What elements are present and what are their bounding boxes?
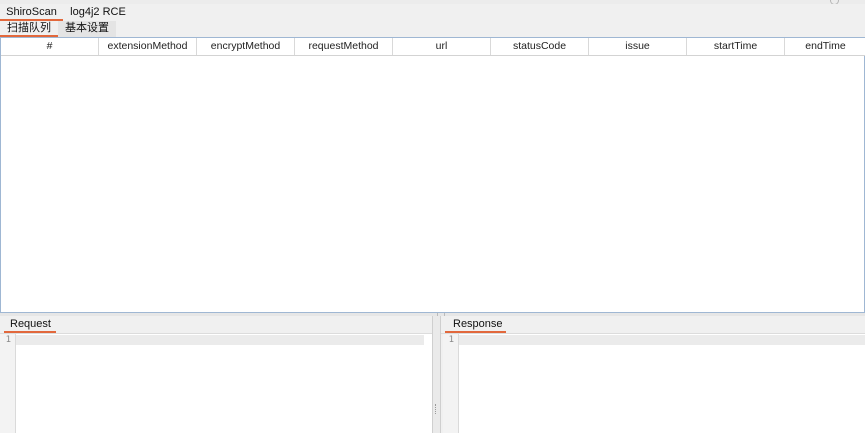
tab-response[interactable]: Response xyxy=(445,317,506,333)
request-line-gutter: 1 xyxy=(0,334,16,433)
tab-basic-settings[interactable]: 基本设置 xyxy=(58,21,116,37)
column-header-start-time[interactable]: startTime xyxy=(687,38,785,55)
scan-queue-table[interactable]: # extensionMethod encryptMethod requestM… xyxy=(0,37,865,313)
tab-scan-queue[interactable]: 扫描队列 xyxy=(0,21,58,37)
request-editor[interactable]: 1 xyxy=(0,334,432,433)
request-current-line-highlight xyxy=(16,335,424,345)
main-tab-bar: ShiroScan log4j2 RCE xyxy=(0,4,865,22)
response-editor[interactable]: 1 xyxy=(443,334,865,433)
vertical-splitter[interactable] xyxy=(432,316,441,433)
response-line-number: 1 xyxy=(448,335,454,345)
column-header-extension-method[interactable]: extensionMethod xyxy=(99,38,197,55)
tab-request[interactable]: Request xyxy=(4,317,56,333)
response-pane: Response 1 xyxy=(441,316,865,433)
column-header-request-method[interactable]: requestMethod xyxy=(295,38,393,55)
column-header-end-time[interactable]: endTime xyxy=(785,38,865,55)
response-line-gutter: 1 xyxy=(443,334,459,433)
splitter-handle-icon[interactable] xyxy=(435,404,438,414)
tab-shiroscan[interactable]: ShiroScan xyxy=(0,4,63,21)
column-header-encrypt-method[interactable]: encryptMethod xyxy=(197,38,295,55)
sub-tab-bar: 扫描队列 基本设置 xyxy=(0,21,865,37)
column-header-issue[interactable]: issue xyxy=(589,38,687,55)
tab-log4j2-rce[interactable]: log4j2 RCE xyxy=(66,4,130,21)
column-header-index[interactable]: # xyxy=(1,38,99,55)
column-header-url[interactable]: url xyxy=(393,38,491,55)
table-header: # extensionMethod encryptMethod requestM… xyxy=(1,38,865,56)
request-line-number: 1 xyxy=(5,335,11,345)
request-pane: Request 1 xyxy=(0,316,432,433)
response-current-line-highlight xyxy=(459,335,865,345)
column-header-status-code[interactable]: statusCode xyxy=(491,38,589,55)
